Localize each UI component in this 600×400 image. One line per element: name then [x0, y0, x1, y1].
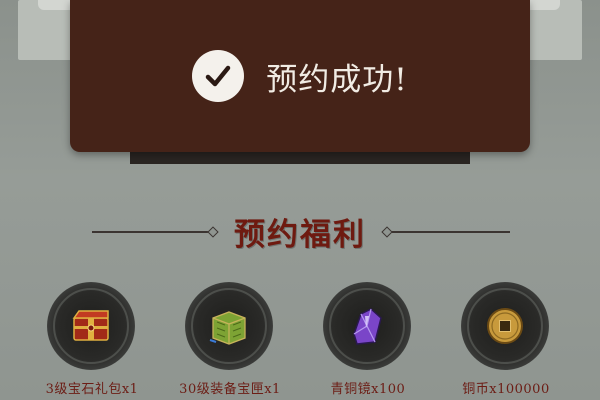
section-title: 预约福利 — [234, 217, 366, 253]
reward-badge — [185, 282, 273, 370]
reward-badge — [47, 282, 135, 370]
reward-list: 3级宝石礼包x1 30级装备宝匣x1 青铜镜x100 铜币x100000 — [0, 280, 600, 400]
green-chest-icon — [207, 304, 251, 348]
reward-badge — [461, 282, 549, 370]
reward-item-bronze-mirror[interactable]: 青铜镜x100 — [293, 280, 443, 400]
reward-item-gem-pack[interactable]: 3级宝石礼包x1 — [17, 280, 167, 400]
reward-item-equipment-box[interactable]: 30级装备宝匣x1 — [155, 280, 305, 400]
reward-label: 30级装备宝匣x1 — [179, 382, 281, 397]
title-divider-right — [392, 231, 510, 233]
reward-label: 青铜镜x100 — [330, 382, 406, 397]
reward-label: 3级宝石礼包x1 — [45, 382, 139, 397]
reward-label: 铜币x100000 — [462, 382, 550, 397]
section-header: 预约福利 — [0, 203, 600, 253]
reservation-page: 预约成功! 预约福利 3级宝石礼包x1 30级装备宝匣x1 青铜镜x100 铜币… — [0, 0, 600, 400]
background-banner-strip — [130, 150, 470, 164]
check-icon — [192, 50, 245, 102]
reward-item-copper-coin[interactable]: 铜币x100000 — [431, 280, 581, 400]
red-chest-icon — [69, 304, 113, 348]
copper-coin-icon — [483, 304, 527, 348]
reward-badge — [323, 282, 411, 370]
success-toast: 预约成功! — [70, 0, 530, 152]
toast-message: 预约成功! — [266, 61, 408, 98]
purple-crystal-icon — [345, 304, 389, 348]
